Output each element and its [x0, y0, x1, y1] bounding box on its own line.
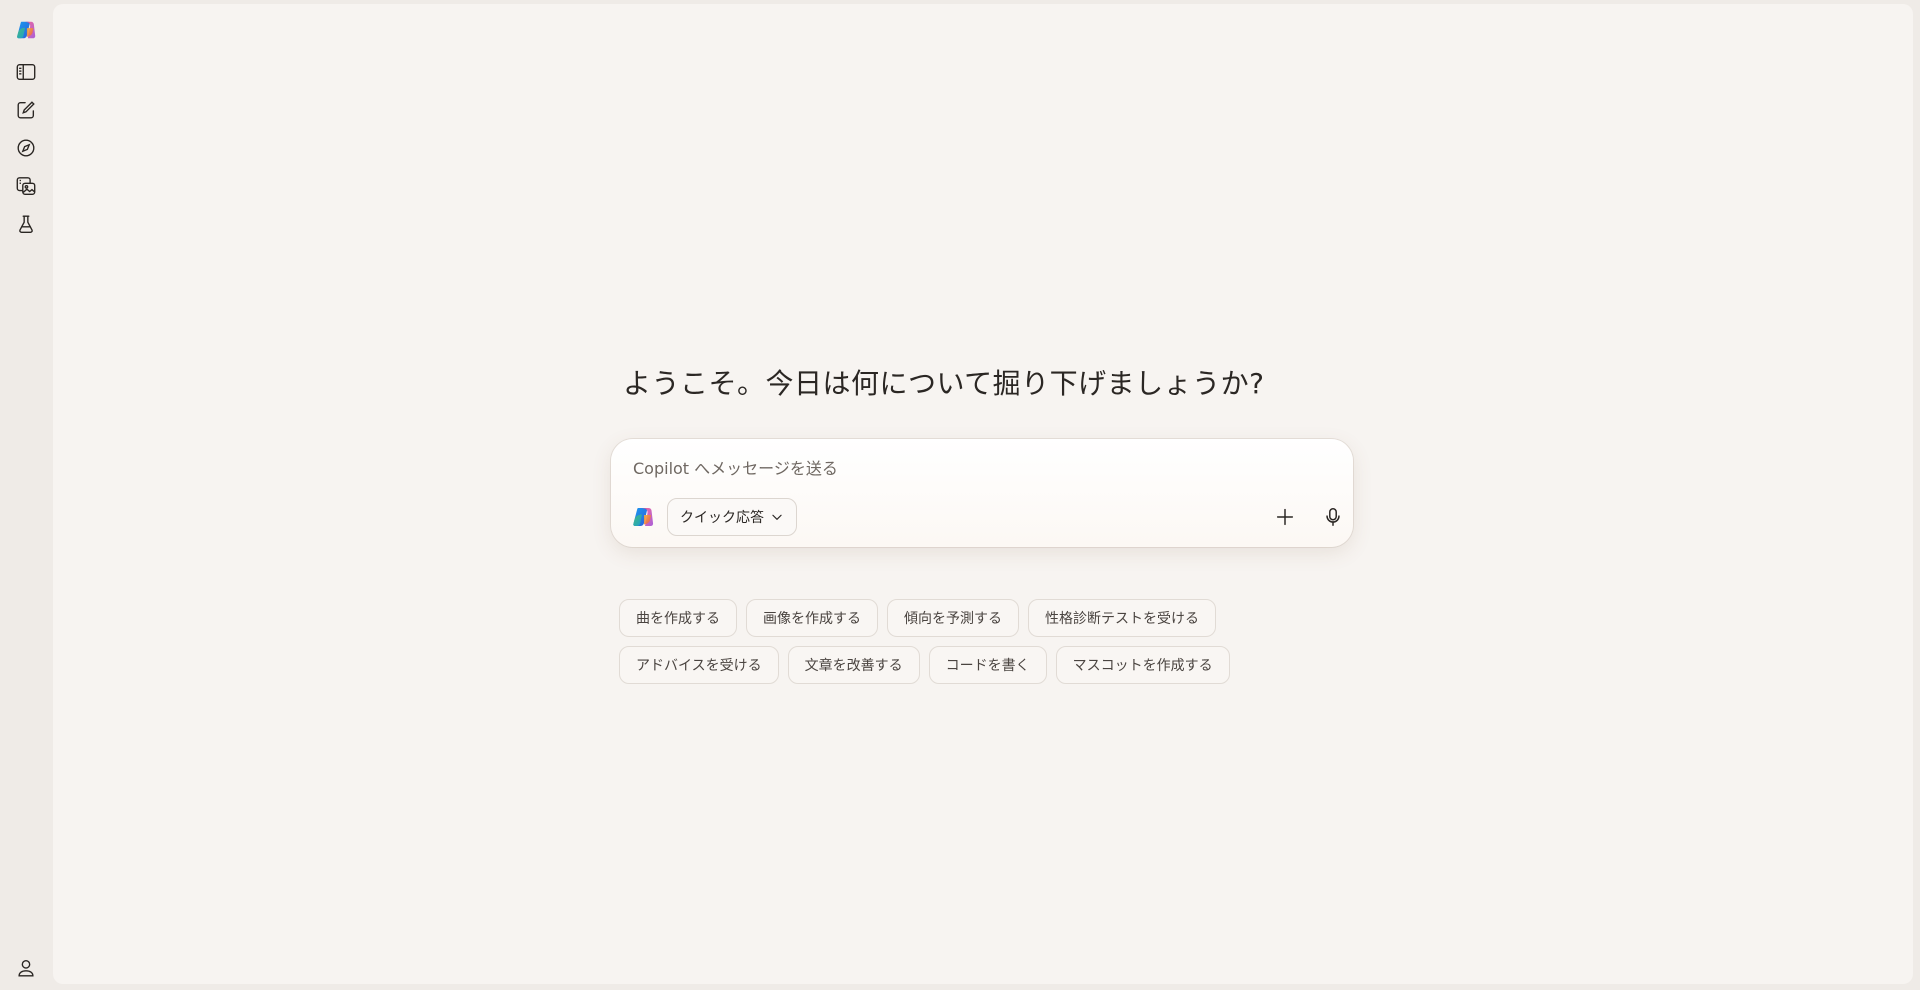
- suggestion-chips: 曲を作成する 画像を作成する 傾向を予測する 性格診断テストを受ける アドバイス…: [619, 599, 1379, 693]
- suggestion-chip[interactable]: 性格診断テストを受ける: [1028, 599, 1216, 637]
- copilot-logo-icon: [17, 21, 36, 39]
- labs-flask-icon: [19, 215, 33, 233]
- copilot-logo-icon: [633, 508, 654, 526]
- add-attachment-button[interactable]: [1269, 501, 1301, 533]
- suggestion-chip[interactable]: 曲を作成する: [619, 599, 737, 637]
- microphone-icon: [1326, 508, 1340, 526]
- images-button[interactable]: [12, 172, 40, 200]
- copilot-home-button[interactable]: [12, 16, 40, 44]
- voice-input-button[interactable]: [1317, 501, 1349, 533]
- labs-button[interactable]: [12, 210, 40, 238]
- new-chat-icon: [17, 101, 35, 119]
- suggestion-row-1: 曲を作成する 画像を作成する 傾向を予測する 性格診断テストを受ける: [619, 599, 1379, 637]
- plus-icon: [1276, 508, 1294, 526]
- suggestion-chip[interactable]: マスコットを作成する: [1055, 646, 1230, 684]
- left-rail: [0, 0, 52, 990]
- suggestion-chip[interactable]: 文章を改善する: [787, 646, 920, 684]
- suggestion-row-2: アドバイスを受ける 文章を改善する コードを書く マスコットを作成する: [619, 646, 1379, 684]
- message-input[interactable]: [631, 453, 1315, 483]
- suggestion-chip[interactable]: 傾向を予測する: [887, 599, 1019, 637]
- sidebar-panel-icon: [16, 63, 36, 81]
- response-mode-label: クイック応答: [680, 510, 764, 526]
- suggestion-chip[interactable]: アドバイスを受ける: [619, 646, 779, 684]
- user-profile-icon: [18, 959, 34, 977]
- new-chat-button[interactable]: [12, 96, 40, 124]
- chevron-down-icon: [772, 514, 782, 520]
- profile-button[interactable]: [12, 954, 40, 982]
- message-composer: クイック応答: [611, 439, 1353, 547]
- welcome-headline: ようこそ。今日は何について掘り下げましょうか?: [623, 367, 1265, 400]
- suggestion-chip[interactable]: コードを書く: [928, 646, 1047, 684]
- discover-button[interactable]: [12, 134, 40, 162]
- main-canvas: ようこそ。今日は何について掘り下げましょうか? クイック応答: [53, 4, 1913, 984]
- suggestion-chip[interactable]: 画像を作成する: [746, 599, 878, 637]
- discover-compass-icon: [17, 139, 35, 157]
- toggle-sidebar-button[interactable]: [12, 58, 40, 86]
- response-mode-dropdown[interactable]: クイック応答: [667, 498, 797, 536]
- image-gallery-icon: [16, 177, 36, 195]
